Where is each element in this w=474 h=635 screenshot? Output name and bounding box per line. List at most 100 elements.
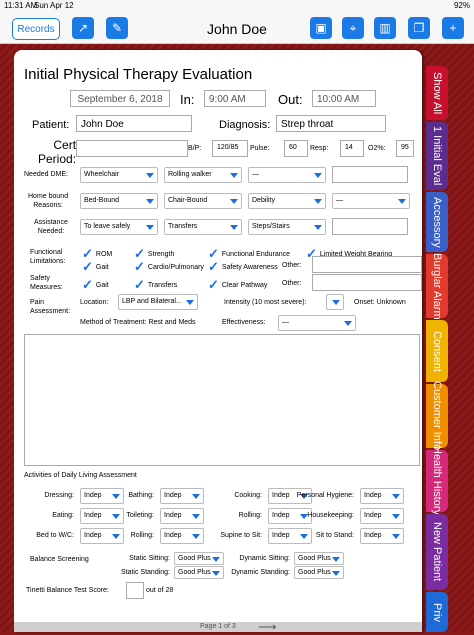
dme-select-2[interactable]: Rolling walker: [164, 167, 242, 183]
tab-label: Show All: [431, 71, 443, 115]
location-select[interactable]: LBP and Bilateral...: [118, 294, 198, 310]
patient-field[interactable]: John Doe: [76, 115, 192, 132]
tab-label: Burglar Alarm: [431, 252, 443, 320]
tab-label: Consent: [431, 330, 443, 372]
tab-6[interactable]: Health History: [426, 446, 448, 516]
assist-other-field[interactable]: [332, 218, 408, 235]
date-field[interactable]: September 6, 2018: [70, 90, 170, 107]
adl-select[interactable]: Indep: [80, 488, 124, 504]
battery-indicator: 92%: [453, 1, 470, 10]
homebound-select-2[interactable]: Chair-Bound: [164, 193, 242, 209]
func-other-label: Other:: [282, 262, 302, 269]
tab-label: Priv: [431, 602, 443, 622]
adl-select[interactable]: Indep: [268, 528, 312, 544]
in-time-field[interactable]: 9:00 AM: [204, 90, 266, 107]
safety-other-label: Other:: [282, 280, 302, 287]
dme-select-1[interactable]: Wheelchair: [80, 167, 158, 183]
tab-5[interactable]: Customer Info: [426, 381, 448, 451]
balance-select[interactable]: Good Plus: [294, 566, 344, 579]
homebound-select-4[interactable]: —: [332, 193, 410, 209]
balance-select[interactable]: Good Plus: [174, 552, 224, 565]
adl-label: Sit to Stand:: [315, 532, 354, 539]
func-other-field[interactable]: [312, 256, 422, 273]
diagnosis-label: Diagnosis:: [219, 119, 271, 131]
dme-select-3[interactable]: —: [248, 167, 326, 183]
balance-item-label: Static Sitting:: [129, 555, 170, 562]
tab-0[interactable]: Show All: [426, 66, 448, 120]
tab-3[interactable]: Burglar Alarm: [426, 252, 448, 320]
dme-other-field[interactable]: [332, 166, 408, 183]
safety-awareness-checkbox[interactable]: ✓ Safety Awareness: [208, 257, 278, 274]
tab-label: New Patient: [431, 522, 443, 582]
tinetti-field[interactable]: [126, 582, 144, 599]
intensity-select[interactable]: [326, 294, 344, 310]
effectiveness-label: Effectiveness:: [222, 319, 266, 326]
resp-field[interactable]: 14: [340, 140, 364, 157]
location-label: Location:: [80, 299, 109, 306]
status-bar: 11:31 AM Sun Apr 12 92%: [0, 0, 474, 12]
clear-pathway-checkbox[interactable]: ✓ Clear Pathway: [208, 275, 267, 292]
adl-select[interactable]: Indep: [160, 488, 204, 504]
status-time: 11:31 AM: [4, 1, 38, 10]
status-date: Sun Apr 12: [34, 1, 74, 10]
tag-icon[interactable]: ⌖: [342, 17, 364, 39]
adl-select[interactable]: Indep: [80, 528, 124, 544]
section-tabs: Show All 1 Initial Eval Accessory Burglar A…: [426, 66, 474, 632]
out-time-field[interactable]: 10:00 AM: [312, 90, 376, 107]
balance-select[interactable]: Good Plus: [174, 566, 224, 579]
pulse-field[interactable]: 60: [284, 140, 308, 157]
homebound-select-1[interactable]: Bed-Bound: [80, 193, 158, 209]
tab-label: Health History: [431, 446, 443, 516]
adl-select[interactable]: Indep: [160, 508, 204, 524]
assist-select-3[interactable]: Steps/Stairs: [248, 219, 326, 235]
tab-7[interactable]: New Patient: [426, 514, 448, 590]
safety-transfers-checkbox[interactable]: ✓ Transfers: [134, 275, 177, 292]
assistance-label: Assistance Needed:: [34, 219, 68, 235]
tab-1[interactable]: 1 Initial Eval: [426, 122, 448, 190]
add-icon[interactable]: +: [442, 17, 464, 39]
tab-4[interactable]: Consent: [426, 320, 448, 382]
adl-label: Toileting:: [126, 512, 154, 519]
adl-select[interactable]: Indep: [360, 508, 404, 524]
pain-assessment-label: Pain Assessment:: [30, 299, 71, 315]
bp-field[interactable]: 120/85: [212, 140, 248, 157]
tab-8[interactable]: Priv: [426, 592, 448, 632]
adl-label: Rolling:: [238, 512, 262, 519]
out-label: Out:: [278, 92, 303, 107]
lock-icon[interactable]: ▣: [310, 17, 332, 39]
adl-label: Rolling:: [130, 532, 154, 539]
adl-select[interactable]: Indep: [160, 528, 204, 544]
effectiveness-select[interactable]: —: [278, 315, 356, 331]
onset-text: Onset: Unknown: [354, 299, 406, 306]
copy-icon[interactable]: ❐: [408, 17, 430, 39]
assist-select-1[interactable]: To leave safely: [80, 219, 158, 235]
adl-label: Eating:: [52, 512, 74, 519]
balance-select[interactable]: Good Plus: [294, 552, 344, 565]
safety-measures-label: Safety Measures:: [30, 275, 63, 291]
functional-limitations-label: Functional Limitations:: [30, 249, 66, 265]
cardio-checkbox[interactable]: ✓ Cardio/Pulmonary: [134, 257, 204, 274]
balance-label: Balance Screening: [30, 556, 89, 563]
adl-label: Cooking:: [234, 492, 262, 499]
gait-checkbox[interactable]: ✓ Gait: [82, 257, 109, 274]
adl-select[interactable]: Indep: [360, 488, 404, 504]
balance-item-label: Dynamic Sitting:: [239, 555, 290, 562]
safety-other-field[interactable]: [312, 274, 422, 291]
o2-field[interactable]: 95: [396, 140, 414, 157]
trash-icon[interactable]: ▥: [374, 17, 396, 39]
cert-period-label: Cert Period:: [38, 138, 77, 166]
notes-area[interactable]: [24, 334, 420, 466]
cert-period-field[interactable]: [76, 140, 188, 157]
diagnosis-field[interactable]: Strep throat: [276, 115, 386, 132]
tab-2[interactable]: Accessory: [426, 192, 448, 252]
navigation-bar: Records ↗ ✎ John Doe ▣ ⌖ ▥ ❐ +: [0, 12, 474, 44]
safety-gait-checkbox[interactable]: ✓ Gait: [82, 275, 109, 292]
adl-select[interactable]: Indep: [360, 528, 404, 544]
next-page-arrow-icon[interactable]: ⟶: [258, 619, 277, 635]
adl-select[interactable]: Indep: [80, 508, 124, 524]
homebound-label: Home bound Reasons:: [28, 193, 69, 209]
adl-select[interactable]: Indep: [268, 508, 312, 524]
tab-label: 1 Initial Eval: [431, 126, 443, 186]
homebound-select-3[interactable]: Debility: [248, 193, 326, 209]
assist-select-2[interactable]: Transfers: [164, 219, 242, 235]
